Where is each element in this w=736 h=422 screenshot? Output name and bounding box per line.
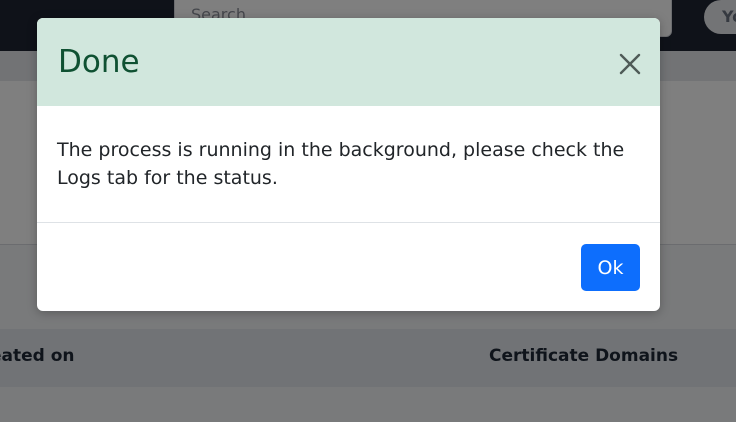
ok-button[interactable]: Ok [581,244,640,291]
close-icon [619,53,641,75]
dialog-header: Done [37,18,660,106]
dialog-title: Done [58,44,140,80]
dialog-footer: Ok [37,223,660,311]
dialog-body: The process is running in the background… [37,106,660,223]
done-dialog: Done The process is running in the backg… [37,18,660,311]
dialog-message: The process is running in the background… [57,139,625,189]
close-button[interactable] [615,49,645,79]
